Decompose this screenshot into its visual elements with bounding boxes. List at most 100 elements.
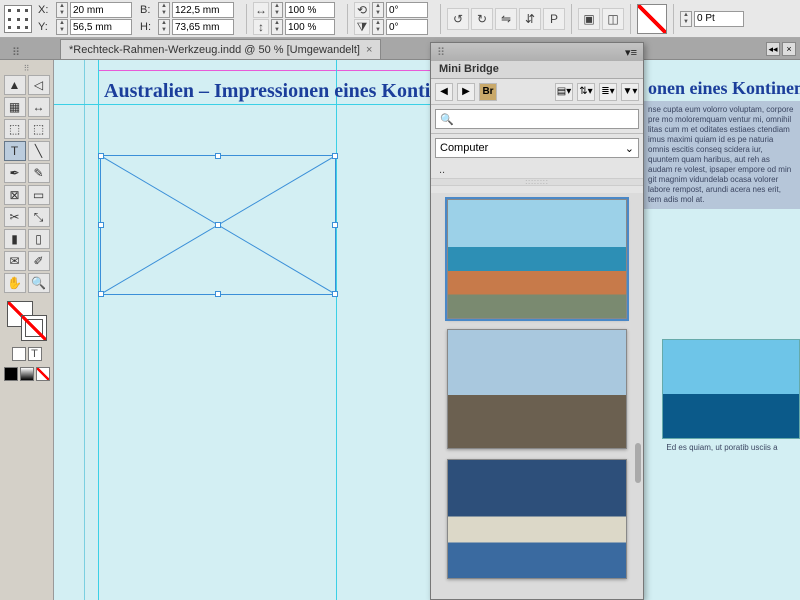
y-input[interactable] xyxy=(70,19,132,35)
close-tab-icon[interactable]: × xyxy=(366,44,372,56)
page2-headline: onen eines Kontinent xyxy=(648,78,800,99)
bridge-tab[interactable]: Mini Bridge xyxy=(431,61,643,79)
shear-icon: ⧩ xyxy=(354,19,370,35)
type-tool[interactable]: T xyxy=(4,141,26,161)
bridge-thumbnails xyxy=(431,193,643,599)
page-headline: Australien – Impressionen eines Kontinen… xyxy=(104,80,476,103)
dropdown-chevron-icon: ⌄ xyxy=(625,142,634,155)
h-input[interactable] xyxy=(172,19,234,35)
gradient-feather-tool[interactable]: ▯ xyxy=(28,229,50,249)
h-spinner[interactable]: ▲▼ xyxy=(158,19,170,35)
bridge-path[interactable]: .. xyxy=(431,162,643,178)
select-content-icon[interactable]: ◫ xyxy=(602,8,624,30)
bridge-filter-icon[interactable]: ▼▾ xyxy=(621,83,639,101)
bridge-br-icon[interactable]: Br xyxy=(479,83,497,101)
rotate-ccw-icon[interactable]: ↺ xyxy=(447,8,469,30)
apply-none-icon[interactable] xyxy=(36,367,50,381)
content-collector-tool[interactable]: ⬚ xyxy=(4,119,26,139)
zoom-tool[interactable]: 🔍 xyxy=(28,273,50,293)
w-spinner[interactable]: ▲▼ xyxy=(158,2,170,18)
hand-tool[interactable]: ✋ xyxy=(4,273,26,293)
select-container-icon[interactable]: ▣ xyxy=(578,8,600,30)
scaley-input[interactable] xyxy=(285,19,335,35)
panel-window-controls: ◂◂ × xyxy=(766,42,796,56)
rectangle-frame-tool[interactable]: ⊠ xyxy=(4,185,26,205)
w-label: B: xyxy=(140,4,156,16)
facing-page: onen eines Kontinent nse cupta eum volor… xyxy=(644,60,800,600)
x-input[interactable] xyxy=(70,2,132,18)
document-tab-title: *Rechteck-Rahmen-Werkzeug.indd @ 50 % [U… xyxy=(69,44,360,56)
page-tool[interactable]: ▦ xyxy=(4,97,26,117)
pen-tool[interactable]: ✒ xyxy=(4,163,26,183)
format-text-icon[interactable]: T xyxy=(28,347,42,361)
rectangle-frame[interactable] xyxy=(100,155,336,295)
p-icon[interactable]: P xyxy=(543,8,565,30)
bridge-back-icon[interactable]: ◀ xyxy=(435,83,453,101)
scale-y-icon: ↕ xyxy=(253,19,269,35)
line-tool[interactable]: ╲ xyxy=(28,141,50,161)
document-tab[interactable]: *Rechteck-Rahmen-Werkzeug.indd @ 50 % [U… xyxy=(60,39,381,59)
bridge-search-input[interactable] xyxy=(458,113,634,125)
selection-tool[interactable]: ▲ xyxy=(4,75,26,95)
direct-selection-tool[interactable]: ◁ xyxy=(28,75,50,95)
format-container-icon[interactable] xyxy=(12,347,26,361)
w-input[interactable] xyxy=(172,2,234,18)
gap-tool[interactable]: ↔ xyxy=(28,97,50,117)
gradient-swatch-tool[interactable]: ▮ xyxy=(4,229,26,249)
bridge-sort-icon[interactable]: ⇅▾ xyxy=(577,83,595,101)
bridge-list-icon[interactable]: ≣▾ xyxy=(599,83,617,101)
stroke-spinner[interactable]: ▲▼ xyxy=(680,11,692,27)
scale-x-icon: ↔ xyxy=(253,2,269,18)
x-spinner[interactable]: ▲▼ xyxy=(56,2,68,18)
tools-grip-icon[interactable]: ⠿ xyxy=(24,64,30,73)
x-label: X: xyxy=(38,4,54,16)
stroke-weight-input[interactable] xyxy=(694,11,744,27)
bridge-menu-icon[interactable]: ▾≡ xyxy=(625,46,637,59)
panel-collapse-icon[interactable]: ◂◂ xyxy=(766,42,780,56)
search-icon: 🔍 xyxy=(440,113,454,126)
mini-bridge-panel: ⠿ ▾≡ Mini Bridge ◀ ▶ Br ▤▾ ⇅▾ ≣▾ ▼▾ 🔍 Co… xyxy=(430,42,644,600)
bridge-divider-grip[interactable]: :::::::: xyxy=(431,178,643,186)
fill-stroke-swatches[interactable] xyxy=(7,301,47,341)
fill-swatch-icon[interactable] xyxy=(637,4,667,34)
panel-grip-icon[interactable]: ⠿ xyxy=(12,46,21,59)
bridge-view-icon[interactable]: ▤▾ xyxy=(555,83,573,101)
bridge-forward-icon[interactable]: ▶ xyxy=(457,83,475,101)
scaley-spinner[interactable]: ▲▼ xyxy=(271,19,283,35)
scalex-input[interactable] xyxy=(285,2,335,18)
y-spinner[interactable]: ▲▼ xyxy=(56,19,68,35)
bridge-scrollbar[interactable] xyxy=(635,443,641,483)
h-label: H: xyxy=(140,21,156,33)
bridge-search-row: 🔍 xyxy=(431,105,643,134)
document-tabbar: ⠿ *Rechteck-Rahmen-Werkzeug.indd @ 50 % … xyxy=(0,38,800,60)
pencil-tool[interactable]: ✎ xyxy=(28,163,50,183)
shear-spinner[interactable]: ▲▼ xyxy=(372,19,384,35)
rectangle-tool[interactable]: ▭ xyxy=(28,185,50,205)
thumbnail-3[interactable] xyxy=(447,459,627,579)
content-placer-tool[interactable]: ⬚ xyxy=(28,119,50,139)
apply-gradient-icon[interactable] xyxy=(20,367,34,381)
page2-image xyxy=(662,339,800,439)
bridge-grip-icon[interactable]: ⠿ xyxy=(437,46,446,59)
tools-panel: ⠿ ▲◁ ▦↔ ⬚⬚ T╲ ✒✎ ⊠▭ ✂⤡ ▮▯ ✉✐ ✋🔍 T xyxy=(0,60,54,600)
flip-h-icon[interactable]: ⇋ xyxy=(495,8,517,30)
panel-close-icon[interactable]: × xyxy=(782,42,796,56)
flip-v-icon[interactable]: ⇵ xyxy=(519,8,541,30)
apply-color-icon[interactable] xyxy=(4,367,18,381)
eyedropper-tool[interactable]: ✐ xyxy=(28,251,50,271)
y-label: Y: xyxy=(38,21,54,33)
thumbnail-1[interactable] xyxy=(447,199,627,319)
note-tool[interactable]: ✉ xyxy=(4,251,26,271)
bridge-location-dropdown[interactable]: Computer ⌄ xyxy=(435,138,639,158)
thumbnail-2[interactable] xyxy=(447,329,627,449)
page2-caption: Ed es quiam, ut poratib usciis a xyxy=(644,443,800,452)
free-transform-tool[interactable]: ⤡ xyxy=(28,207,50,227)
reference-point-grid[interactable] xyxy=(4,5,32,33)
scalex-spinner[interactable]: ▲▼ xyxy=(271,2,283,18)
stroke-swatch[interactable] xyxy=(21,315,47,341)
rotate-cw-icon[interactable]: ↻ xyxy=(471,8,493,30)
rotate-spinner[interactable]: ▲▼ xyxy=(372,2,384,18)
rotate-input[interactable] xyxy=(386,2,428,18)
scissors-tool[interactable]: ✂ xyxy=(4,207,26,227)
shear-input[interactable] xyxy=(386,19,428,35)
